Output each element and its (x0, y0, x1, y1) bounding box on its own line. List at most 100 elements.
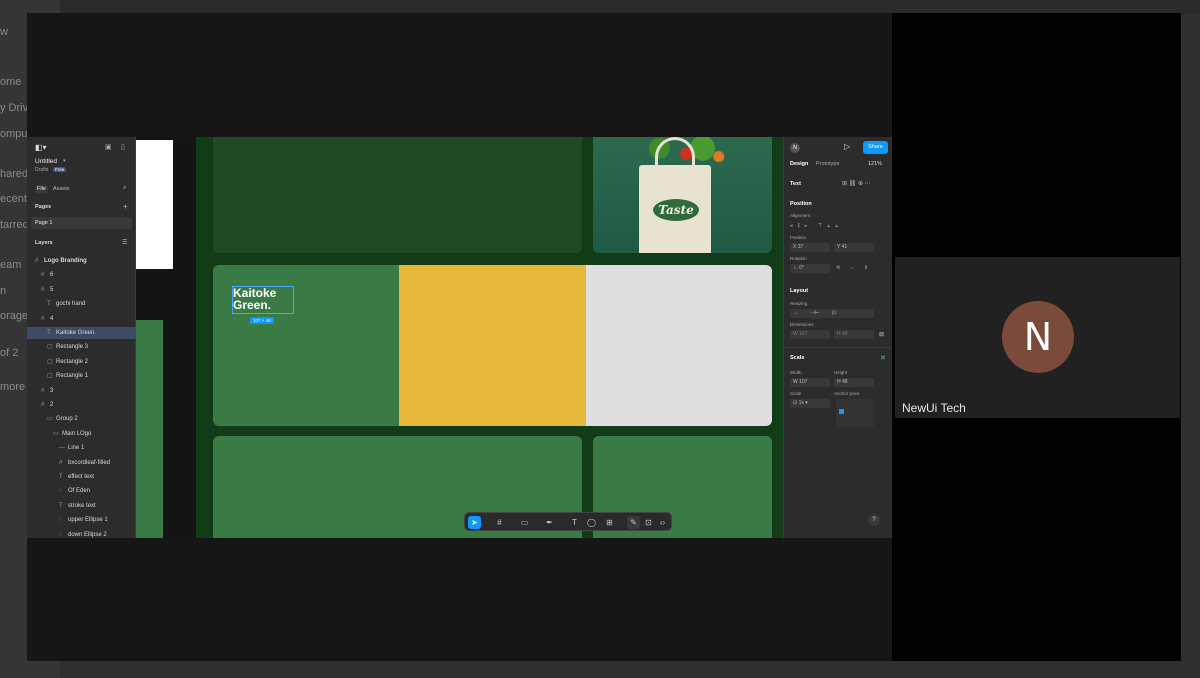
y-field[interactable]: Y 41 (834, 243, 874, 252)
rectangle-2[interactable] (399, 265, 586, 426)
move-tool-icon[interactable]: ➤ (468, 516, 481, 529)
layer-type-icon: — (59, 445, 65, 452)
close-scale-icon[interactable]: ✕ (880, 354, 886, 362)
tab-file[interactable]: File (35, 185, 48, 193)
comment-tool-icon[interactable]: ◯ (585, 516, 598, 529)
white-frame[interactable] (136, 140, 173, 269)
pen-tool-icon[interactable]: ✒ (543, 516, 556, 529)
background-item: orage (0, 310, 29, 322)
dev-mode-icon[interactable]: ⊡ (642, 516, 655, 529)
add-page-icon[interactable]: + (123, 202, 128, 211)
panel-layout-icon[interactable]: ▣ (105, 143, 112, 151)
tab-assets[interactable]: Assets (53, 186, 70, 192)
scale-label: Scale (790, 391, 802, 396)
tab-design[interactable]: Design (790, 161, 808, 167)
code-icon[interactable]: ‹› (656, 516, 669, 529)
background-topbar (0, 0, 1200, 14)
layer-row[interactable]: ◌ upper Ellipse 1 (27, 514, 136, 526)
layer-row[interactable]: # Logo Branding (27, 255, 136, 267)
kaitoke-green-text[interactable]: Kaitoke Green. (232, 286, 294, 314)
layer-type-icon: ▭ (53, 430, 59, 437)
width-label: Width (790, 370, 802, 375)
layer-row[interactable]: ▭ Main LOgo (27, 428, 136, 440)
layer-row[interactable]: — Line 1 (27, 442, 136, 454)
layer-row[interactable]: ▢ Rectangle 2 (27, 356, 136, 368)
section-position: Position (790, 201, 812, 207)
layer-row[interactable]: ▢ Rectangle 3 (27, 341, 136, 353)
anchor-point-grid[interactable] (836, 399, 874, 427)
layer-type-icon: ◌ (59, 488, 63, 495)
layer-label: 3 (50, 387, 54, 394)
frame-4[interactable]: Kaitoke Green. 107 × 48 (213, 265, 772, 426)
flip-icons[interactable]: ⟲ ⇔ ⇕ (836, 265, 872, 271)
frame-6[interactable] (213, 137, 582, 253)
bag-logo: Taste (653, 199, 699, 221)
scale-height-field[interactable]: H 48 (834, 378, 874, 387)
scale-field[interactable]: ⊡ 1x ▾ (790, 399, 830, 408)
actions-tool-icon[interactable]: ⊞ (603, 516, 616, 529)
rectangle-3[interactable] (586, 265, 772, 426)
text-options-icons[interactable]: ⊞ ⛓ ⊕ ⋯ (842, 180, 871, 187)
frame-tool-icon[interactable]: # (493, 516, 506, 529)
text-tool-icon[interactable]: T (568, 516, 581, 529)
layer-type-icon: # (59, 459, 63, 466)
layer-label: gochi hand (56, 301, 86, 308)
file-name-chevron-icon[interactable]: ▾ (63, 158, 66, 164)
layer-row[interactable]: Tstroke text (27, 500, 136, 512)
help-button[interactable]: ? (868, 514, 880, 526)
participant-name: NewUi Tech (902, 401, 966, 415)
background-item: n (0, 285, 7, 297)
layer-row[interactable]: ▢ Rectangle 1 (27, 370, 136, 382)
width-field[interactable]: W 107 (790, 330, 830, 339)
layer-row[interactable]: #4 (27, 313, 136, 325)
constrain-proportions-icon[interactable]: ⊠ (879, 331, 884, 338)
green-strip[interactable] (136, 320, 163, 538)
file-name[interactable]: Untitled (35, 158, 57, 165)
layer-row[interactable]: T Kaitoke Green. (27, 327, 136, 339)
layer-row[interactable]: Teffect text (27, 471, 136, 483)
layer-label: down Ellipse 2 (68, 531, 107, 538)
user-avatar[interactable]: N (790, 143, 800, 153)
bag-logo-text: Taste (658, 203, 694, 217)
figma-menu-icon[interactable]: ◧▾ (35, 143, 47, 152)
layer-label: stroke text (68, 502, 96, 509)
sidebar-toggle-icon[interactable]: ▯ (121, 143, 125, 151)
background-item: eam (0, 259, 22, 271)
layer-row[interactable]: ◌ down Ellipse 2 (27, 529, 136, 538)
layer-label: bxcordleaf-filled (68, 459, 111, 466)
x-field[interactable]: X 37 (790, 243, 830, 252)
layer-label: 5 (50, 286, 54, 293)
properties-panel: N ▷ Share Design Prototype 121% Text ⊞ ⛓… (783, 137, 892, 538)
tote-bag: Taste (639, 165, 711, 253)
resizing-controls[interactable]: ↔ ⊣⊢ ⊡ (790, 309, 874, 318)
rotation-field[interactable]: ∟ 0° (790, 264, 830, 273)
layer-row[interactable]: #5 (27, 284, 136, 296)
design-canvas[interactable]: Taste Kaitoke Green. 107 × 48 ➤ # ▭ ✒ T … (136, 137, 783, 538)
layer-row[interactable]: Tgochi hand (27, 298, 136, 310)
position-label: Position (790, 235, 807, 240)
participant-tile[interactable]: N NewUi Tech (895, 257, 1180, 418)
layer-row[interactable]: #6 (27, 269, 136, 281)
layer-row[interactable]: ◌ Of Eden (27, 485, 136, 497)
page-item[interactable]: Page 1 (31, 217, 132, 229)
background-item: w (0, 26, 8, 38)
shape-tool-icon[interactable]: ▭ (518, 516, 531, 529)
layer-type-icon: # (41, 272, 45, 279)
layer-row[interactable]: #3 (27, 385, 136, 397)
design-mode-icon[interactable]: ✎ (627, 516, 640, 529)
height-field[interactable]: H 48 (834, 330, 874, 339)
layer-row[interactable]: ▭ Group 2 (27, 413, 136, 425)
layers-options-icon[interactable]: ☰ (122, 239, 127, 246)
zoom-level[interactable]: 121% (868, 161, 882, 167)
participant-avatar: N (1002, 301, 1074, 373)
section-scale: Scale (790, 355, 805, 361)
frame-5-bag-photo[interactable]: Taste (593, 137, 772, 253)
layer-row[interactable]: #2 (27, 399, 136, 411)
search-icon[interactable]: ⌕ (123, 185, 126, 192)
scale-width-field[interactable]: W 107 (790, 378, 830, 387)
tab-prototype[interactable]: Prototype (816, 161, 840, 167)
share-button[interactable]: Share (863, 141, 888, 154)
alignment-buttons[interactable]: ⫷⫿⫸ ⊤⊥⊥ (790, 223, 843, 229)
play-icon[interactable]: ▷ (844, 142, 850, 151)
layer-row[interactable]: # bxcordleaf-filled (27, 457, 136, 469)
